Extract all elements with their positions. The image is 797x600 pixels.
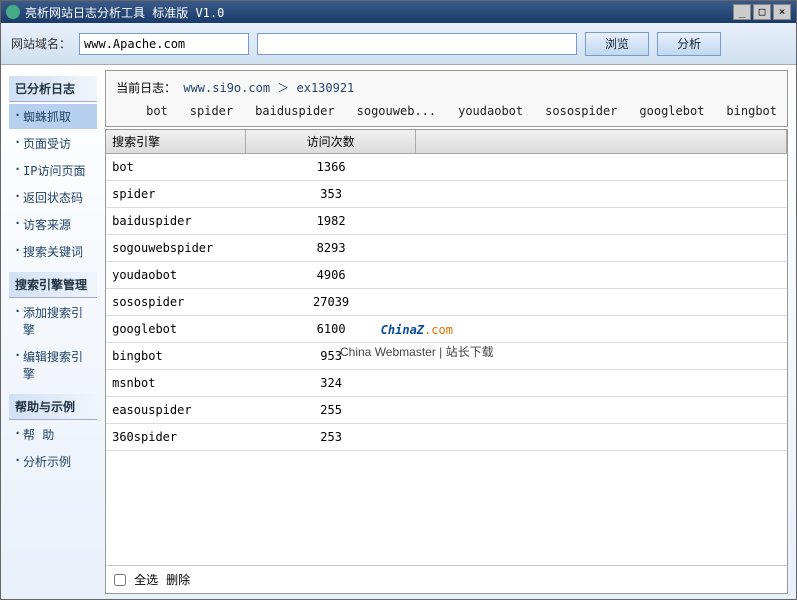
col-spacer [416,130,787,153]
table-row[interactable]: sosospider27039 [106,289,787,316]
table-row[interactable]: bot1366 [106,154,787,181]
cell-count: 953 [246,349,416,363]
tab-spider[interactable]: spider [190,104,233,118]
table-row[interactable]: googlebot6100 [106,316,787,343]
table-row[interactable]: msnbot324 [106,370,787,397]
cell-engine: spider [106,187,246,201]
sidebar-item-spider[interactable]: 蜘蛛抓取 [9,104,97,129]
sidebar-item-ipvisit[interactable]: IP访问页面 [9,158,97,183]
sidebar-item-keywords[interactable]: 搜索关键词 [9,239,97,264]
data-table: 搜索引擎 访问次数 bot1366spider353baiduspider198… [105,129,788,594]
close-button[interactable]: × [773,4,791,20]
tab-baiduspider[interactable]: baiduspider [255,104,334,118]
log-header: 当前日志： www.si9o.com ＞ ex130921 bot spider… [105,70,788,127]
tab-bot[interactable]: bot [146,104,168,118]
sidebar-item-example[interactable]: 分析示例 [9,449,97,474]
cell-engine: bingbot [106,349,246,363]
table-footer: 全选 删除 [106,565,787,593]
sidebar-item-status[interactable]: 返回状态码 [9,185,97,210]
cell-count: 4906 [246,268,416,282]
tab-sosospider[interactable]: sosospider [545,104,617,118]
current-log-label: 当前日志： [116,81,176,95]
cell-engine: msnbot [106,376,246,390]
sidebar-group-analyzed[interactable]: 已分析日志 [9,76,97,102]
app-icon [6,5,20,19]
cell-engine: 360spider [106,430,246,444]
sidebar-item-addengine[interactable]: 添加搜索引擎 [9,300,97,342]
cell-count: 8293 [246,241,416,255]
col-count[interactable]: 访问次数 [246,130,416,153]
cell-count: 324 [246,376,416,390]
window-title: 亮析网站日志分析工具 标准版 V1.0 [25,4,224,21]
sidebar: 已分析日志 蜘蛛抓取 页面受访 IP访问页面 返回状态码 访客来源 搜索关键词 … [1,65,105,599]
sidebar-item-help[interactable]: 帮 助 [9,422,97,447]
cell-count: 255 [246,403,416,417]
table-row[interactable]: bingbot953 [106,343,787,370]
sidebar-item-referer[interactable]: 访客来源 [9,212,97,237]
window-controls: _ □ × [733,4,791,20]
sidebar-group-engine[interactable]: 搜索引擎管理 [9,272,97,298]
cell-count: 353 [246,187,416,201]
domain-label: 网站域名： [11,35,71,52]
cell-engine: googlebot [106,322,246,336]
tab-sogouweb[interactable]: sogouweb... [357,104,436,118]
cell-count: 27039 [246,295,416,309]
cell-count: 253 [246,430,416,444]
selectall-checkbox[interactable] [114,574,126,586]
cell-engine: baiduspider [106,214,246,228]
cell-engine: sosospider [106,295,246,309]
sidebar-item-editengine[interactable]: 编辑搜索引擎 [9,344,97,386]
cell-count: 6100 [246,322,416,336]
analyze-button[interactable]: 分析 [657,32,721,56]
cell-engine: bot [106,160,246,174]
toolbar: 网站域名： 浏览 分析 [1,23,796,65]
tab-googlebot[interactable]: googlebot [639,104,704,118]
sidebar-item-pagevisit[interactable]: 页面受访 [9,131,97,156]
table-row[interactable]: sogouwebspider8293 [106,235,787,262]
delete-button[interactable]: 删除 [166,571,190,588]
cell-engine: youdaobot [106,268,246,282]
table-row[interactable]: spider353 [106,181,787,208]
sidebar-group-help[interactable]: 帮助与示例 [9,394,97,420]
col-engine[interactable]: 搜索引擎 [106,130,246,153]
table-row[interactable]: easouspider255 [106,397,787,424]
table-row[interactable]: youdaobot4906 [106,262,787,289]
table-body: bot1366spider353baiduspider1982sogouwebs… [106,154,787,565]
titlebar: 亮析网站日志分析工具 标准版 V1.0 _ □ × [1,1,796,23]
main-content: 当前日志： www.si9o.com ＞ ex130921 bot spider… [105,65,796,599]
browse-button[interactable]: 浏览 [585,32,649,56]
cell-engine: sogouwebspider [106,241,246,255]
cell-count: 1982 [246,214,416,228]
selectall-label[interactable]: 全选 [134,571,158,588]
table-row[interactable]: 360spider253 [106,424,787,451]
current-log-path: www.si9o.com ＞ ex130921 [183,81,354,95]
bot-tabs: bot spider baiduspider sogouweb... youda… [116,104,777,118]
domain-input[interactable] [79,33,249,55]
table-header: 搜索引擎 访问次数 [106,130,787,154]
cell-count: 1366 [246,160,416,174]
tab-bingbot[interactable]: bingbot [726,104,777,118]
maximize-button[interactable]: □ [753,4,771,20]
minimize-button[interactable]: _ [733,4,751,20]
tab-youdaobot[interactable]: youdaobot [458,104,523,118]
table-row[interactable]: baiduspider1982 [106,208,787,235]
cell-engine: easouspider [106,403,246,417]
path-input[interactable] [257,33,577,55]
